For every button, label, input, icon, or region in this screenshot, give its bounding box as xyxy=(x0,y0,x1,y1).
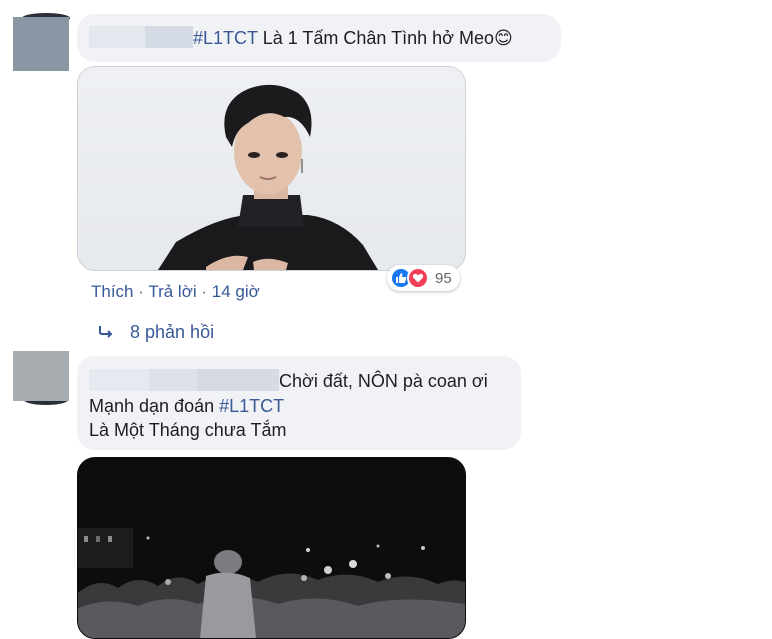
comment-line-2: Mạnh dạn đoán xyxy=(89,396,220,416)
comment-photo[interactable] xyxy=(77,457,466,639)
smile-emoji: 😊 xyxy=(493,28,513,48)
person-photo xyxy=(158,84,378,270)
commenter-name[interactable] xyxy=(89,26,145,48)
commenter-name[interactable] xyxy=(197,369,279,391)
love-icon xyxy=(407,267,429,289)
avatar[interactable] xyxy=(13,17,69,71)
separator: · xyxy=(133,282,149,301)
reaction-count: 95 xyxy=(435,269,452,287)
commenter-name[interactable] xyxy=(89,369,149,391)
comment-photo[interactable] xyxy=(77,66,466,271)
avatar[interactable] xyxy=(13,351,69,401)
comment-line-3: Là Một Tháng chưa Tắm xyxy=(89,420,287,440)
comment-line-1: Chời đất, NÔN pà coan ơi xyxy=(279,371,488,391)
timestamp[interactable]: 14 giờ xyxy=(212,282,260,301)
reply-arrow-icon xyxy=(99,326,113,338)
like-link[interactable]: Thích xyxy=(91,282,134,301)
comment-bubble: #L1TCT Là 1 Tấm Chân Tình hở Meo😊 xyxy=(77,14,561,62)
commenter-name[interactable] xyxy=(149,369,197,391)
comment-text: Là 1 Tấm Chân Tình hở Meo xyxy=(257,28,494,48)
view-replies-link[interactable]: 8 phản hồi xyxy=(98,322,214,343)
comment-bubble: Chời đất, NÔN pà coan ơi Mạnh dạn đoán #… xyxy=(77,356,521,450)
separator: · xyxy=(196,282,212,301)
hashtag-link[interactable]: #L1TCT xyxy=(219,396,284,416)
commenter-name[interactable] xyxy=(145,26,193,48)
concert-photo xyxy=(78,458,465,638)
reply-link[interactable]: Trả lời xyxy=(148,282,196,301)
comment-actions: Thích · Trả lời · 14 giờ xyxy=(91,282,260,302)
replies-count-label: 8 phản hồi xyxy=(130,322,215,342)
hashtag-link[interactable]: #L1TCT xyxy=(193,28,258,48)
reaction-summary[interactable]: 95 xyxy=(387,265,460,291)
